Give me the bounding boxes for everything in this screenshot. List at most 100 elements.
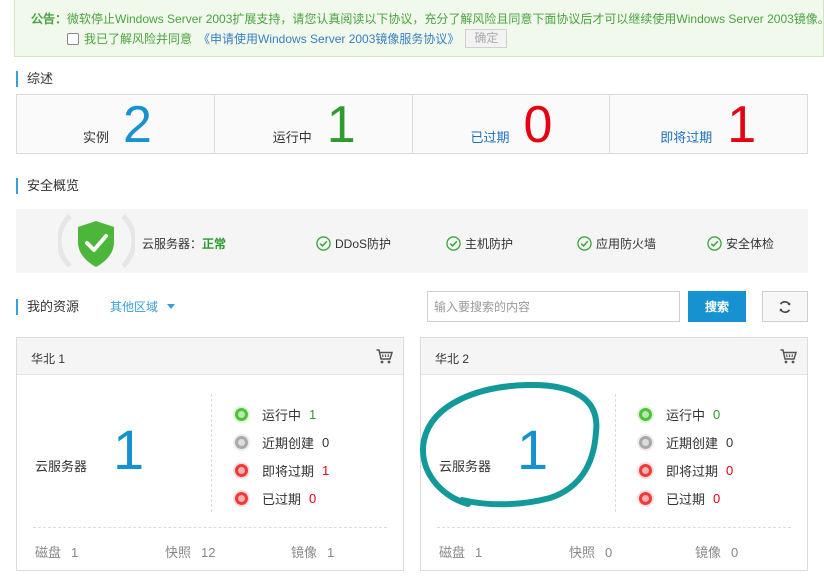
overview-cell-running[interactable]: 运行中 1 (215, 95, 413, 153)
security-item-waf[interactable]: 应用防火墙 (577, 235, 656, 252)
footer-disks[interactable]: 磁盘 1 (35, 542, 78, 561)
search-button[interactable]: 搜索 (688, 291, 746, 322)
status-label: 近期创建 (666, 435, 719, 451)
status-dot-icon (639, 435, 652, 449)
refresh-icon (779, 300, 791, 313)
status-label: 运行中 (262, 407, 302, 423)
cart-icon[interactable] (376, 349, 393, 364)
check-circle-icon (446, 236, 461, 251)
server-count[interactable]: 1 (517, 420, 548, 480)
footer-images[interactable]: 镜像 0 (695, 542, 738, 561)
region-name: 华北 1 (31, 352, 66, 366)
overview-count: 1 (727, 96, 757, 154)
footer-label: 快照 (569, 545, 596, 560)
status-running[interactable]: 运行中 0 (639, 400, 733, 428)
status-dot-icon (639, 463, 652, 477)
server-count[interactable]: 1 (113, 420, 144, 480)
divider (211, 394, 212, 512)
status-value: 0 (309, 490, 317, 506)
overview-cell-expiring[interactable]: 即将过期 1 (610, 95, 807, 153)
status-expired[interactable]: 已过期 0 (235, 484, 329, 512)
status-running[interactable]: 运行中 1 (235, 400, 329, 428)
footer-value: 1 (475, 545, 483, 560)
region-select[interactable]: 其他区域 (110, 298, 176, 315)
refresh-button[interactable] (762, 291, 808, 322)
region-card-header: 华北 1 (17, 338, 403, 375)
status-recent[interactable]: 近期创建 0 (235, 428, 329, 456)
server-security-label: 云服务器： (142, 237, 203, 251)
footer-label: 镜像 (291, 545, 318, 560)
status-recent[interactable]: 近期创建 0 (639, 428, 733, 456)
footer-label: 快照 (165, 545, 192, 560)
status-label: 已过期 (262, 491, 302, 507)
server-label: 云服务器 (35, 459, 88, 474)
footer-label: 镜像 (695, 545, 722, 560)
status-value: 0 (713, 406, 721, 422)
overview-label: 实例 (83, 130, 110, 145)
security-item-label: 安全体检 (726, 237, 775, 251)
divider (615, 394, 616, 512)
status-value: 0 (713, 490, 721, 506)
overview-cell-instances[interactable]: 实例 2 (17, 95, 215, 153)
check-circle-icon (577, 236, 592, 251)
overview-label: 运行中 (272, 130, 312, 145)
footer-label: 磁盘 (35, 545, 62, 560)
footer-value: 12 (201, 545, 216, 560)
resources-title: 我的资源 (16, 299, 79, 315)
cart-icon[interactable] (780, 349, 797, 364)
status-dot-icon (235, 463, 248, 477)
security-item-ddos[interactable]: DDoS防护 (316, 235, 391, 252)
status-value: 1 (309, 406, 317, 422)
check-circle-icon (707, 236, 722, 251)
agree-checkbox[interactable] (67, 32, 79, 45)
status-dot-icon (639, 491, 652, 505)
security-panel: 云服务器：正常 DDoS防护 主机防护 应用防火墙 安全体检 (16, 209, 808, 273)
security-item-label: 主机防护 (465, 237, 514, 251)
overview-cell-expired[interactable]: 已过期 0 (413, 95, 611, 153)
server-security-value: 正常 (202, 237, 227, 251)
footer-value: 1 (71, 545, 79, 560)
caret-down-icon (167, 304, 176, 309)
security-item-label: DDoS防护 (335, 237, 392, 251)
notice-text: 微软停止Windows Server 2003扩展支持，请您认真阅读以下协议，充… (67, 12, 824, 26)
overview-count: 1 (326, 96, 356, 154)
divider (33, 527, 387, 528)
status-value: 0 (322, 434, 330, 450)
status-label: 已过期 (666, 491, 706, 507)
overview-title: 综述 (16, 71, 53, 87)
region-card-north1: 华北 1 云服务器 1 运行中 1 近期创建 0 即将过期 1 已过期 0 磁盘 1 快照… (16, 337, 404, 571)
status-label: 运行中 (666, 407, 706, 423)
overview-panel: 实例 2 运行中 1 已过期 0 即将过期 1 (16, 94, 808, 154)
footer-value: 1 (327, 545, 335, 560)
footer-snapshots[interactable]: 快照 12 (165, 542, 215, 561)
notice-banner: 公告：微软停止Windows Server 2003扩展支持，请您认真阅读以下协… (14, 0, 824, 57)
security-item-check[interactable]: 安全体检 (707, 235, 774, 252)
footer-label: 磁盘 (439, 545, 466, 560)
footer-disks[interactable]: 磁盘 1 (439, 542, 482, 561)
agreement-link[interactable]: 《申请使用Windows Server 2003镜像服务协议》 (198, 30, 459, 47)
status-label: 近期创建 (262, 435, 315, 451)
overview-count: 0 (523, 96, 553, 154)
search-input[interactable] (427, 291, 680, 322)
footer-value: 0 (605, 545, 613, 560)
overview-label: 即将过期 (660, 130, 713, 145)
status-expiring[interactable]: 即将过期 0 (639, 456, 733, 484)
footer-snapshots[interactable]: 快照 0 (569, 542, 612, 561)
region-card-north2: 华北 2 云服务器 1 运行中 0 近期创建 0 即将过期 0 已过期 0 磁盘 1 快照… (420, 337, 808, 571)
confirm-button[interactable]: 确定 (465, 29, 508, 48)
status-expired[interactable]: 已过期 0 (639, 484, 733, 512)
server-label: 云服务器 (439, 459, 492, 474)
overview-count: 2 (123, 96, 152, 154)
status-value: 0 (726, 462, 734, 478)
region-select-label: 其他区域 (110, 300, 159, 314)
divider (437, 527, 791, 528)
status-dot-icon (235, 435, 248, 449)
footer-images[interactable]: 镜像 1 (291, 542, 334, 561)
status-dot-icon (639, 407, 652, 421)
status-expiring[interactable]: 即将过期 1 (235, 456, 329, 484)
check-circle-icon (316, 236, 331, 251)
status-list: 运行中 1 近期创建 0 即将过期 1 已过期 0 (235, 400, 329, 512)
status-value: 0 (726, 434, 734, 450)
security-item-host[interactable]: 主机防护 (446, 235, 513, 252)
notice-agree-row: 我已了解风险并同意 《申请使用Windows Server 2003镜像服务协议… (67, 29, 508, 48)
